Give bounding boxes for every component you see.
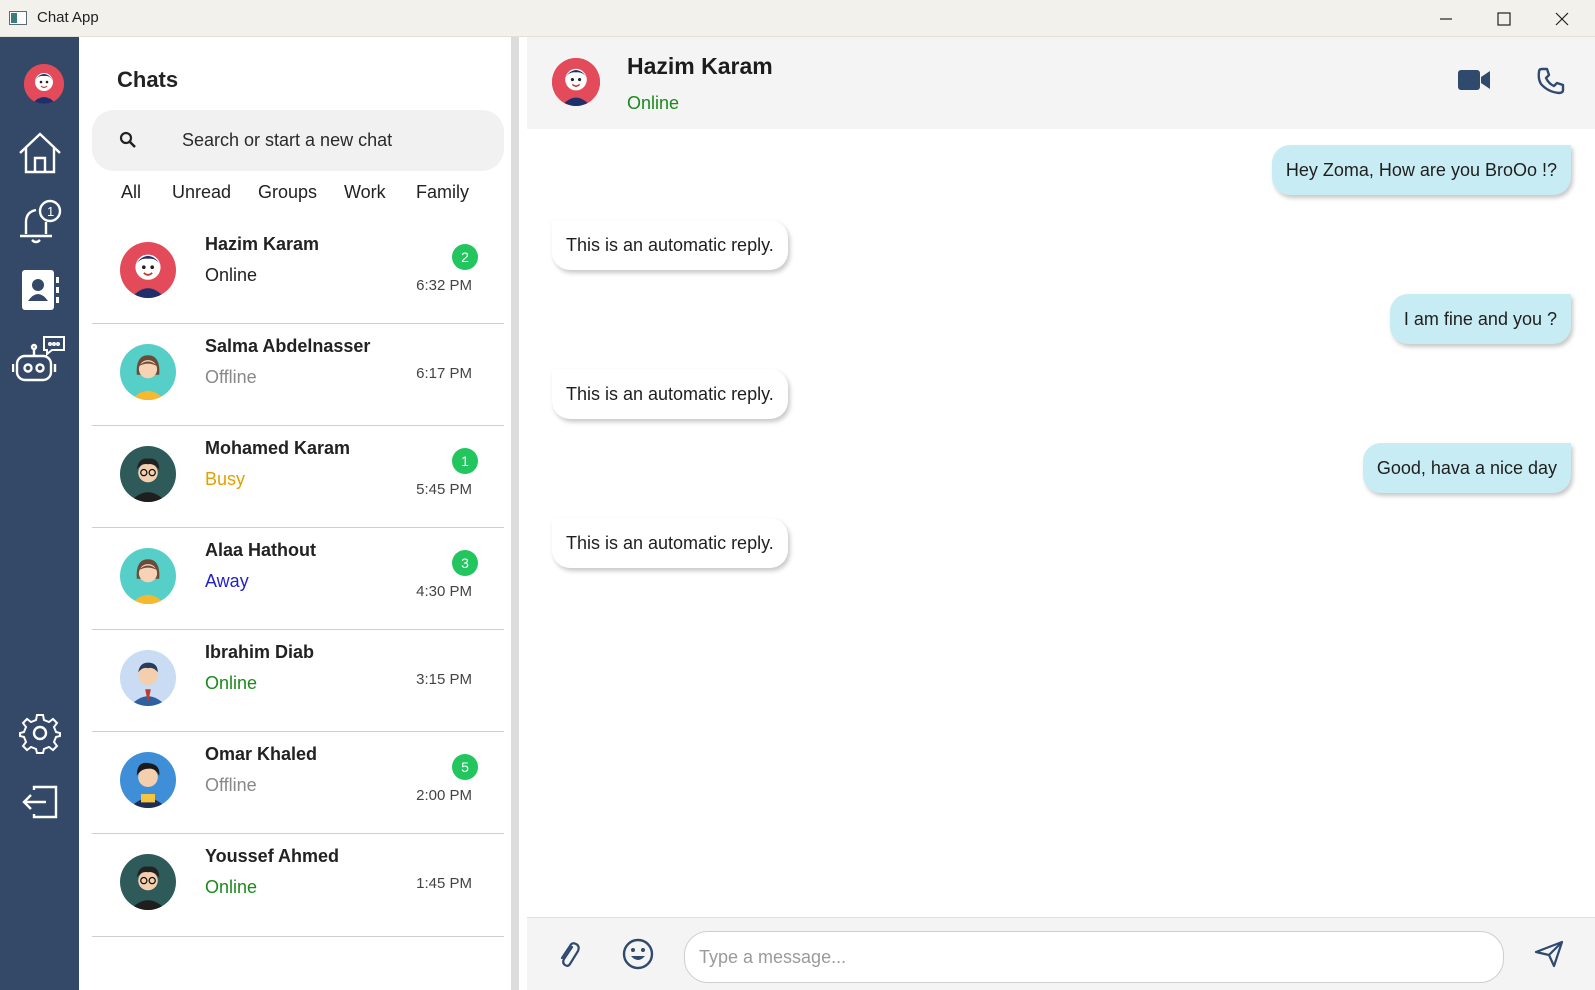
- contact-item[interactable]: Mohamed Karam Busy 5:45 PM 1: [92, 424, 504, 528]
- emoji-button[interactable]: [622, 938, 654, 975]
- chats-title: Chats: [117, 67, 179, 92]
- video-call-button[interactable]: [1457, 67, 1491, 98]
- settings-icon: [18, 714, 61, 754]
- man-suit-avatar-icon: [120, 650, 176, 706]
- logout-icon: [21, 785, 57, 819]
- contact-time: 5:45 PM: [416, 481, 472, 498]
- send-icon: [1534, 940, 1564, 968]
- unread-badge: 3: [452, 550, 478, 576]
- contact-status: Busy: [205, 469, 246, 489]
- man-blue-avatar-icon: [120, 752, 176, 808]
- contact-status: Away: [205, 571, 249, 591]
- contact-item[interactable]: Hazim Karam Online 6:32 PM 2: [92, 220, 504, 324]
- home-icon: [18, 132, 61, 174]
- contact-name: Mohamed Karam: [205, 438, 351, 458]
- filter-unread[interactable]: Unread: [172, 182, 231, 203]
- unread-badge: 2: [452, 244, 478, 270]
- attach-button[interactable]: [557, 940, 581, 975]
- filter-groups[interactable]: Groups: [258, 182, 317, 203]
- contact-item[interactable]: Youssef Ahmed Online 1:45 PM: [92, 832, 504, 937]
- contact-name: Alaa Hathout: [205, 540, 317, 560]
- notifications-icon: 1: [19, 199, 61, 244]
- man-glasses-avatar-icon: [120, 446, 176, 502]
- incoming-message: This is an automatic reply.: [552, 517, 788, 568]
- message-input[interactable]: [684, 931, 1504, 983]
- woman-teal-avatar-icon: [120, 548, 176, 604]
- outgoing-message: Good, hava a nice day: [1362, 443, 1571, 493]
- smiley-icon: [622, 938, 654, 970]
- settings-button[interactable]: [0, 703, 79, 763]
- incoming-message: This is an automatic reply.: [552, 368, 788, 419]
- title-bar: Chat App: [0, 0, 1595, 37]
- profile-avatar[interactable]: [24, 64, 64, 104]
- phone-icon: [1537, 67, 1565, 95]
- notifications-button[interactable]: 1: [0, 192, 79, 252]
- search-box[interactable]: [92, 110, 504, 171]
- contact-status: Online: [627, 93, 680, 113]
- send-button[interactable]: [1534, 940, 1564, 973]
- contact-name: Ibrahim Diab: [205, 642, 315, 662]
- man-glasses-avatar-icon: [120, 854, 176, 910]
- maximize-button[interactable]: [1475, 0, 1533, 37]
- outgoing-message: I am fine and you ?: [1389, 294, 1571, 344]
- maximize-icon: [1497, 11, 1511, 26]
- chat-list-panel: Chats All Unread Groups Work Family Hazi…: [79, 37, 519, 990]
- voice-call-button[interactable]: [1537, 67, 1565, 100]
- contact-item[interactable]: Omar Khaled Offline 2:00 PM 5: [92, 730, 504, 834]
- contact-item[interactable]: Ibrahim Diab Online 3:15 PM: [92, 628, 504, 732]
- search-icon: [119, 131, 136, 148]
- contacts-icon: [21, 270, 59, 310]
- paperclip-icon: [560, 942, 580, 967]
- filter-family[interactable]: Family: [416, 182, 469, 203]
- video-camera-icon: [1458, 70, 1490, 90]
- woman-teal-avatar-icon: [120, 344, 176, 400]
- contact-status: Online: [205, 265, 258, 285]
- contact-name: Salma Abdelnasser: [205, 336, 371, 356]
- boy-avatar-icon: [24, 64, 64, 104]
- contact-item[interactable]: Alaa Hathout Away 4:30 PM 3: [92, 526, 504, 630]
- contact-time: 6:32 PM: [416, 277, 472, 294]
- contact-avatar[interactable]: [552, 58, 600, 106]
- incoming-message: This is an automatic reply.: [552, 219, 788, 270]
- contact-name: Omar Khaled: [205, 744, 318, 764]
- svg-text:1: 1: [47, 204, 54, 219]
- unread-badge: 1: [452, 448, 478, 474]
- contact-time: 4:30 PM: [416, 583, 472, 600]
- message-composer: [527, 917, 1595, 990]
- contact-time: 6:17 PM: [416, 365, 472, 382]
- outgoing-message: Hey Zoma, How are you BroOo !?: [1271, 145, 1571, 195]
- contact-time: 2:00 PM: [416, 787, 472, 804]
- contact-name: Hazim Karam: [627, 53, 773, 79]
- contact-item[interactable]: Salma Abdelnasser Offline 6:17 PM: [92, 322, 504, 426]
- home-button[interactable]: [0, 123, 79, 183]
- contact-status: Offline: [205, 775, 257, 795]
- contact-time: 3:15 PM: [416, 671, 472, 688]
- filter-work[interactable]: Work: [344, 182, 386, 203]
- nav-rail: 1: [0, 37, 79, 990]
- minimize-icon: [1440, 17, 1452, 20]
- filter-all[interactable]: All: [121, 182, 141, 203]
- boy-avatar-icon: [552, 58, 600, 106]
- contact-status: Online: [205, 877, 258, 897]
- search-input[interactable]: [182, 110, 482, 171]
- app-icon: [9, 11, 27, 25]
- filter-tabs: All Unread Groups Work Family: [79, 182, 499, 212]
- contact-time: 1:45 PM: [416, 875, 472, 892]
- window-title: Chat App: [37, 9, 99, 26]
- unread-badge: 5: [452, 754, 478, 780]
- contact-name: Youssef Ahmed: [205, 846, 340, 866]
- conversation-panel: Hazim Karam Online Hey Zoma, How are you…: [527, 37, 1595, 990]
- chatbot-icon: [11, 336, 65, 382]
- conversation-header: Hazim Karam Online: [527, 37, 1595, 129]
- minimize-button[interactable]: [1417, 0, 1475, 37]
- contact-status: Offline: [205, 367, 257, 387]
- contact-status: Online: [205, 673, 258, 693]
- logout-button[interactable]: [0, 772, 79, 832]
- contact-name: Hazim Karam: [205, 234, 320, 254]
- close-icon: [1555, 12, 1569, 25]
- boy-red-avatar-icon: [120, 242, 176, 298]
- close-button[interactable]: [1533, 0, 1591, 37]
- contacts-button[interactable]: [0, 260, 79, 320]
- chatbot-button[interactable]: [0, 330, 79, 390]
